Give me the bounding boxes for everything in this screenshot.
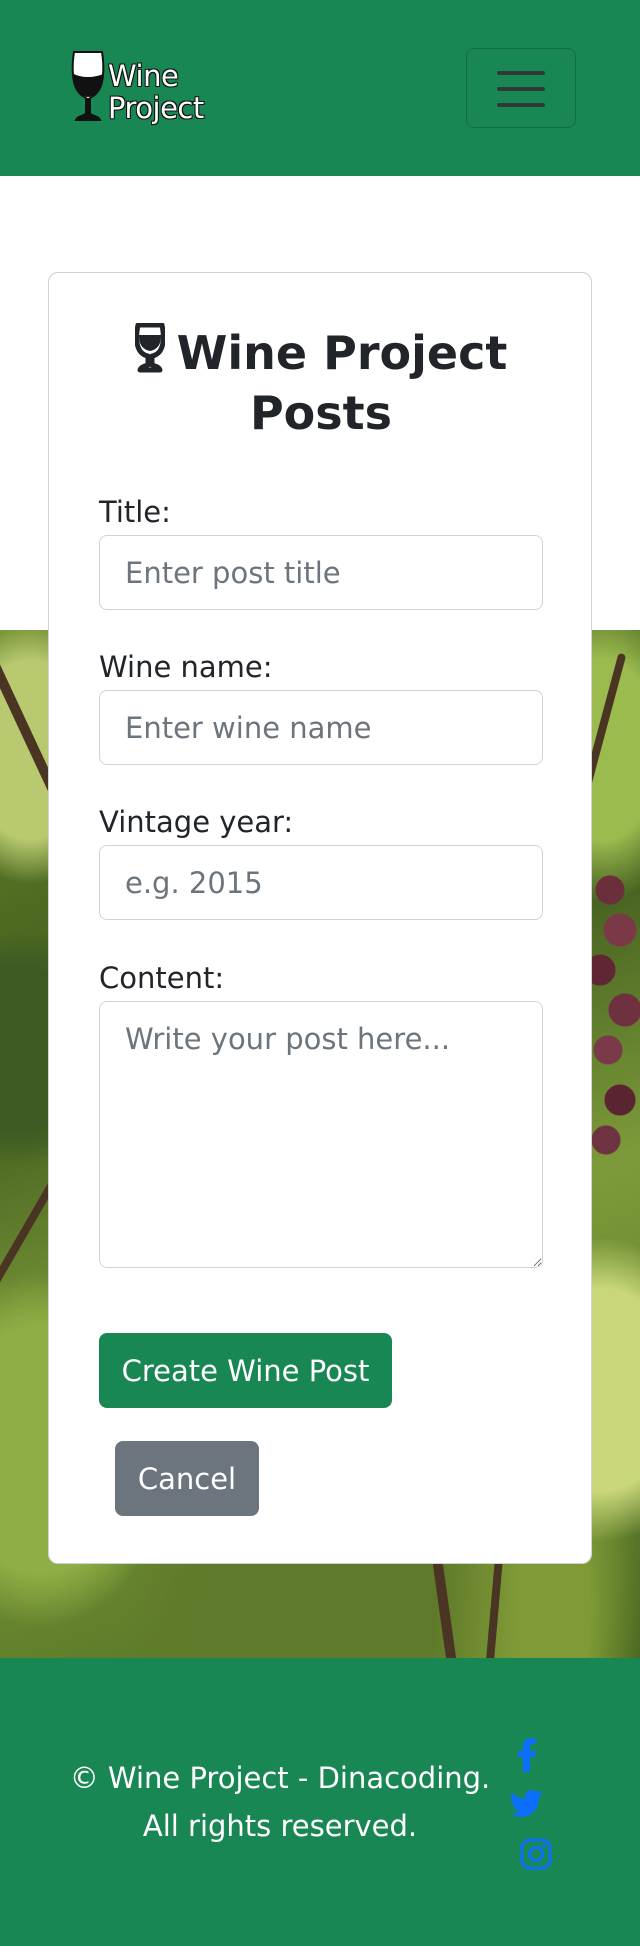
page-title: Wine Project Posts [49,323,593,443]
navbar-toggler-button[interactable] [466,48,576,128]
copyright-line-1: © Wine Project - Dinacoding. [69,1761,491,1795]
title-label: Title: [99,495,171,529]
title-input[interactable] [99,535,543,610]
brand-line-2: Project [108,91,204,125]
vintage-year-label: Vintage year: [99,805,294,839]
facebook-icon[interactable] [518,1738,536,1776]
cancel-button[interactable]: Cancel [115,1441,259,1516]
hamburger-menu-icon [497,71,545,75]
copyright-text: © Wine Project - Dinacoding. All rights … [60,1754,500,1850]
vine-branch [485,1559,503,1658]
content-label: Content: [99,961,225,995]
twitter-icon[interactable] [511,1790,543,1821]
brand-line-1: Wine [108,59,179,93]
post-form-card: Wine Project Posts Title: Wine name: Vin… [48,272,592,1564]
footer: © Wine Project - Dinacoding. All rights … [0,1658,640,1946]
wine-name-input[interactable] [99,690,543,765]
brand-logo[interactable]: Wine Project [70,50,210,128]
navbar: Wine Project [0,0,640,176]
brand-text: Wine Project [108,60,204,124]
copyright-line-2: All rights reserved. [142,1809,418,1843]
page-title-text: Wine Project Posts [176,326,508,440]
wine-glass-icon [134,323,165,373]
hamburger-bar [497,87,545,91]
wine-name-label: Wine name: [99,650,273,684]
instagram-icon[interactable] [520,1838,552,1874]
wine-glass-logo-icon [71,51,105,121]
vine-branch [432,1559,458,1658]
content-textarea[interactable] [99,1001,543,1268]
hamburger-bar [497,103,545,107]
vintage-year-input[interactable] [99,845,543,920]
create-wine-post-button[interactable]: Create Wine Post [99,1333,392,1408]
